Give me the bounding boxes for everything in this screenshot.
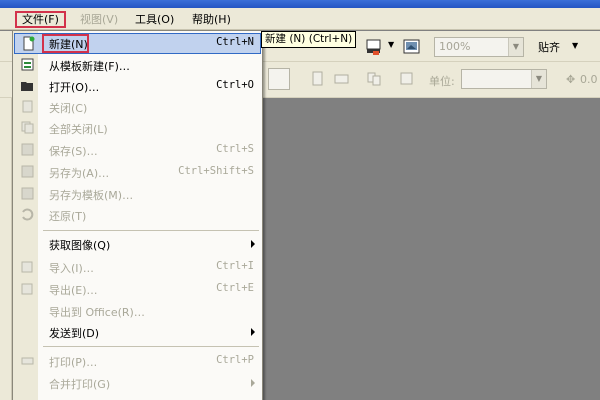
menu-item-close-all[interactable]: 全部关闭(L) xyxy=(14,118,261,139)
menu-item-shortcut: Ctrl+E xyxy=(216,282,254,294)
menu-item-label: 保存(S)… xyxy=(49,145,98,158)
snap-to-menu-label[interactable]: 贴齐 xyxy=(538,39,560,55)
menu-item-label: 导出(E)… xyxy=(49,284,98,297)
menu-view[interactable]: 视图(V) xyxy=(75,11,123,28)
landscape-icon[interactable] xyxy=(333,70,351,88)
chevron-down-icon[interactable]: ▼ xyxy=(388,40,394,49)
menu-item-export-to-office[interactable]: 导出到 Office(R)… xyxy=(14,301,261,322)
title-bar-strip xyxy=(0,0,600,8)
save-template-icon xyxy=(21,187,34,200)
menu-item-print[interactable]: 打印(P)… Ctrl+P xyxy=(14,351,261,372)
submenu-arrow-icon xyxy=(251,240,255,248)
portrait-icon[interactable] xyxy=(309,70,327,88)
menu-item-shortcut: Ctrl+N xyxy=(216,36,254,48)
menu-item-import[interactable]: 导入(I)… Ctrl+I xyxy=(14,257,261,278)
menu-item-label: 导入(I)… xyxy=(49,262,94,275)
menu-bar: 文件(F) 视图(V) 工具(O) 帮助(H) xyxy=(0,8,600,30)
menu-separator xyxy=(43,346,259,347)
menu-tools[interactable]: 工具(O) xyxy=(130,11,179,28)
print-icon xyxy=(21,357,34,365)
revert-icon xyxy=(22,208,34,221)
menu-item-label: 获取图像(Q) xyxy=(49,239,111,252)
import-icon xyxy=(21,261,33,273)
chevron-down-icon: ▼ xyxy=(508,38,523,56)
menu-item-shortcut: Ctrl+S xyxy=(216,143,254,155)
new-tooltip: 新建 (N) (Ctrl+N) xyxy=(261,31,357,48)
close-all-icon xyxy=(21,121,34,134)
chevron-down-icon[interactable]: ▼ xyxy=(572,41,578,50)
menu-item-print-merge[interactable]: 合并打印(G) xyxy=(14,373,261,394)
menu-item-save-as[interactable]: 另存为(A)… Ctrl+Shift+S xyxy=(14,162,261,183)
menu-item-label: 另存为模板(M)… xyxy=(49,189,134,202)
menu-item-label: 合并打印(G) xyxy=(49,378,111,391)
chevron-down-icon: ▼ xyxy=(531,70,546,88)
menu-item-acquire-image[interactable]: 获取图像(Q) xyxy=(14,234,261,255)
save-icon xyxy=(21,143,34,156)
menu-item-new-from-template[interactable]: 从模板新建(F)… xyxy=(14,55,261,76)
toolbox xyxy=(0,98,12,400)
menu-item-label: 还原(T) xyxy=(49,210,87,223)
menu-item-save-as-template[interactable]: 另存为模板(M)… xyxy=(14,184,261,205)
menu-item-label: 打开(O)… xyxy=(49,81,100,94)
menu-item-label: 另存为(A)… xyxy=(49,167,110,180)
zoom-level-value: 100% xyxy=(439,40,471,53)
menu-file[interactable]: 文件(F) xyxy=(15,11,66,28)
file-menu: 新建(N) Ctrl+N 从模板新建(F)… 打开(O)… Ctrl+O 关闭(… xyxy=(12,30,263,400)
menu-item-label: 从模板新建(F)… xyxy=(49,60,130,73)
zoom-level-select[interactable]: 100% ▼ xyxy=(434,37,524,57)
menu-item-shortcut: Ctrl+P xyxy=(216,354,254,366)
submenu-arrow-icon xyxy=(251,379,255,387)
menu-item-open[interactable]: 打开(O)… Ctrl+O xyxy=(14,76,261,97)
menu-item-shortcut: Ctrl+I xyxy=(216,260,254,272)
menu-item-send-to[interactable]: 发送到(D) xyxy=(14,322,261,343)
menu-separator xyxy=(43,230,259,231)
nudge-icon[interactable]: ✥ xyxy=(566,73,575,86)
unit-select[interactable]: ▼ xyxy=(461,69,547,89)
menu-item-revert[interactable]: 还原(T) xyxy=(14,205,261,226)
menu-item-label: 打印(P)… xyxy=(49,356,98,369)
menu-help[interactable]: 帮助(H) xyxy=(187,11,236,28)
menu-item-shortcut: Ctrl+O xyxy=(216,79,254,91)
save-as-icon xyxy=(21,165,34,178)
menu-item-close[interactable]: 关闭(C) xyxy=(14,97,261,118)
export-icon xyxy=(21,283,33,295)
menu-item-shortcut: Ctrl+Shift+S xyxy=(178,165,254,177)
menu-item-label: 关闭(C) xyxy=(49,102,88,115)
unit-label: 单位: xyxy=(429,75,455,88)
new-doc-icon xyxy=(23,36,35,51)
all-pages-icon[interactable] xyxy=(366,70,384,88)
import-image-icon[interactable] xyxy=(403,38,421,56)
close-doc-icon xyxy=(22,100,33,113)
annotation-highlight-box xyxy=(42,34,89,53)
menu-item-label: 发送到(D) xyxy=(49,327,100,340)
current-page-icon[interactable] xyxy=(398,70,416,88)
menu-item-label: 导出到 Office(R)… xyxy=(49,306,145,319)
menu-item-save[interactable]: 保存(S)… Ctrl+S xyxy=(14,140,261,161)
nudge-distance-value[interactable]: 0.0 xyxy=(580,73,598,86)
menu-item-export[interactable]: 导出(E)… Ctrl+E xyxy=(14,279,261,300)
menu-item-label: 全部关闭(L) xyxy=(49,123,108,136)
template-icon xyxy=(21,58,34,71)
spin-box[interactable] xyxy=(268,68,290,90)
open-folder-icon xyxy=(21,82,33,91)
color-mode-icon[interactable] xyxy=(365,38,383,56)
submenu-arrow-icon xyxy=(251,328,255,336)
